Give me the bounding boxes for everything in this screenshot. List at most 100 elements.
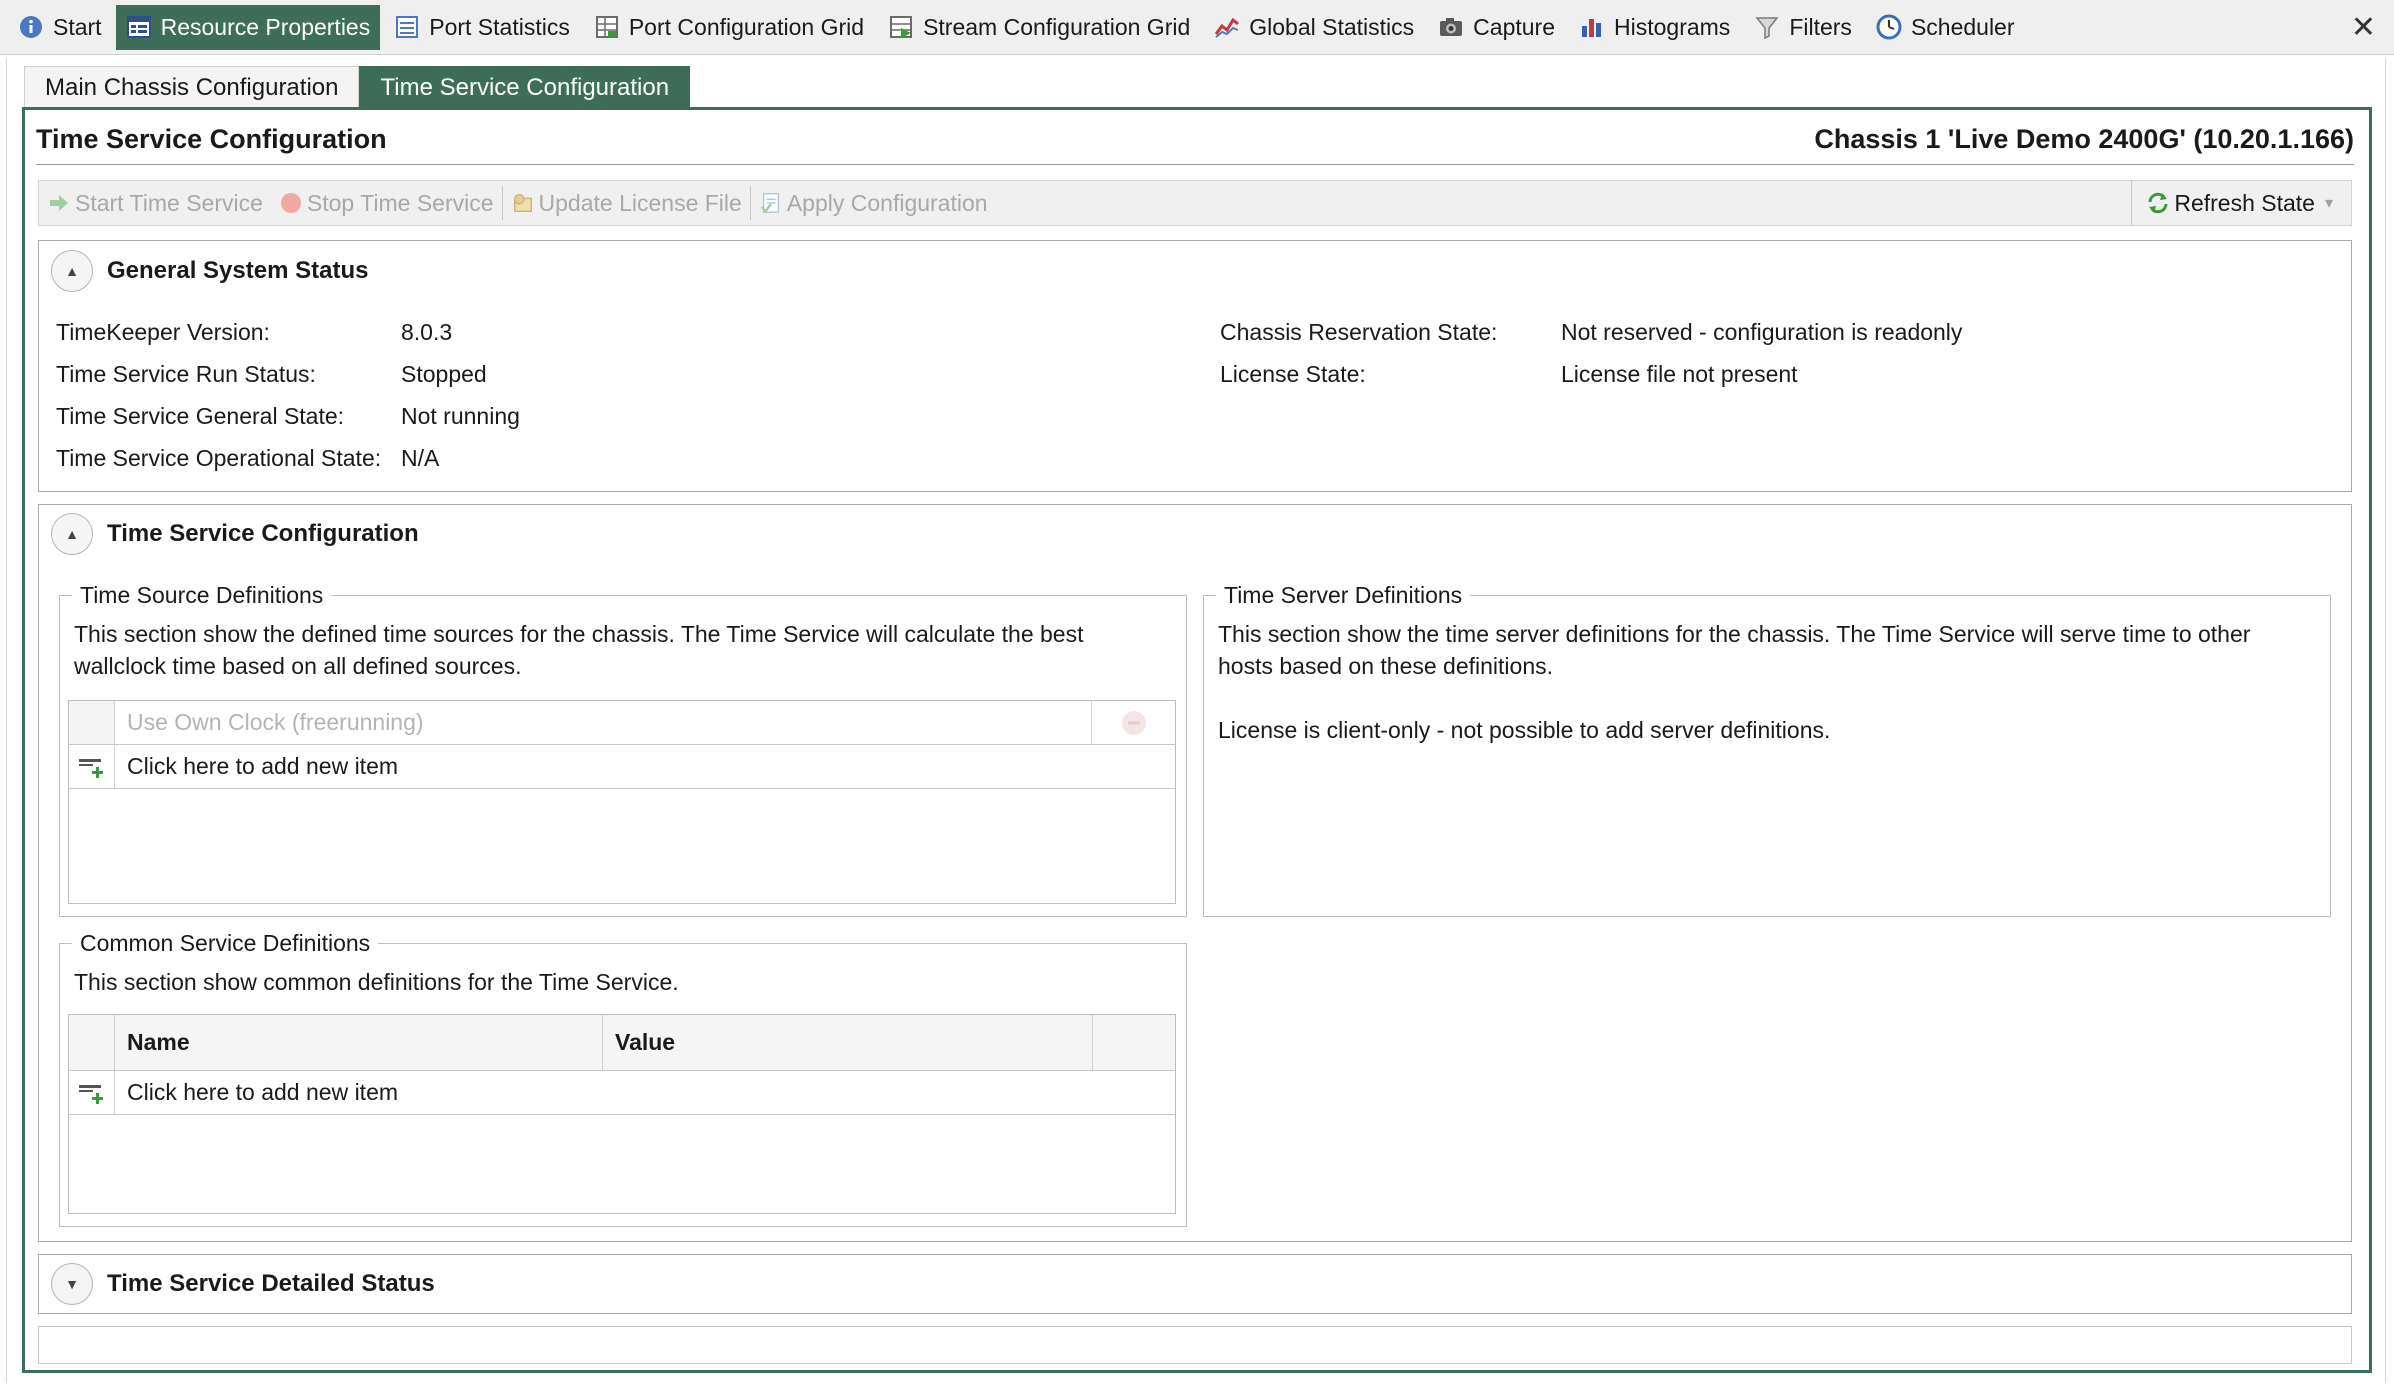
grid-header-row: Name Value: [69, 1015, 1175, 1071]
common-service-description: This section show common definitions for…: [74, 969, 679, 995]
properties-icon: [126, 14, 152, 40]
add-row-icon: [69, 1071, 115, 1114]
sub-tab-bar: Main Chassis Configuration Time Service …: [24, 66, 691, 108]
timekeeper-version-label: TimeKeeper Version:: [56, 319, 270, 345]
tab-resource-properties-label: Resource Properties: [160, 13, 371, 40]
detailed-status-panel: ▼ Time Service Detailed Status: [38, 1254, 2352, 1314]
time-source-definitions-group: Time Source Definitions This section sho…: [59, 582, 1187, 917]
reservation-state-label: Chassis Reservation State:: [1220, 319, 1498, 345]
general-state-label: Time Service General State:: [56, 403, 345, 429]
chassis-title: Chassis 1 'Live Demo 2400G' (10.20.1.166…: [1814, 124, 2354, 154]
tab-stream-configuration-grid[interactable]: Stream Configuration Grid: [878, 5, 1200, 50]
row-gutter: [69, 701, 115, 744]
update-license-file-label: Update License File: [538, 189, 742, 216]
table-row[interactable]: Use Own Clock (freerunning): [69, 701, 1175, 745]
bottom-empty-area: [38, 1326, 2352, 1364]
start-time-service-label: Start Time Service: [75, 189, 263, 216]
tab-stream-configuration-grid-label: Stream Configuration Grid: [923, 13, 1191, 40]
refresh-state-label: Refresh State: [2174, 189, 2315, 216]
reservation-state-value: Not reserved - configuration is readonly: [1561, 319, 1963, 345]
tab-start[interactable]: Start: [8, 5, 112, 50]
apply-configuration-label: Apply Configuration: [786, 189, 988, 216]
statistics-icon: [394, 14, 420, 40]
clock-icon: [1876, 14, 1902, 40]
page-title: Time Service Configuration: [36, 124, 387, 154]
time-source-description-line: This section show the defined time sourc…: [74, 621, 1084, 647]
column-header-name[interactable]: Name: [115, 1015, 603, 1070]
time-server-definitions-group: Time Server Definitions This section sho…: [1203, 582, 2331, 917]
common-service-grid: Name Value Click here to add new item: [68, 1014, 1176, 1214]
tab-scheduler-label: Scheduler: [1910, 13, 2015, 40]
tab-histograms[interactable]: Histograms: [1569, 5, 1740, 50]
tab-filters-label: Filters: [1789, 13, 1852, 40]
time-server-description-line: hosts based on these definitions.: [1218, 653, 1554, 679]
dropdown-arrow-icon[interactable]: ▾: [2325, 193, 2333, 213]
time-server-description: This section show the time server defini…: [1218, 618, 2250, 682]
time-source-definitions-legend: Time Source Definitions: [72, 582, 332, 609]
time-server-definitions-legend: Time Server Definitions: [1216, 582, 1471, 609]
refresh-state-button[interactable]: Refresh State ▾: [2131, 180, 2341, 226]
row-gutter: [69, 1015, 115, 1070]
add-row-icon: [69, 745, 115, 788]
info-icon: [18, 14, 44, 40]
tab-port-configuration-grid[interactable]: Port Configuration Grid: [584, 5, 874, 50]
time-service-configuration-header: ▲ Time Service Configuration: [51, 513, 419, 555]
tab-filters[interactable]: Filters: [1744, 5, 1862, 50]
filter-icon: [1754, 14, 1780, 40]
stop-time-service-button[interactable]: Stop Time Service: [271, 180, 502, 226]
apply-configuration-button[interactable]: Apply Configuration: [751, 180, 996, 226]
run-status-value: Stopped: [401, 361, 487, 387]
close-icon[interactable]: ✕: [2351, 10, 2376, 45]
license-state-label: License State:: [1220, 361, 1366, 387]
title-divider: [36, 164, 2354, 165]
bar-chart-icon: [1579, 14, 1605, 40]
column-header-value[interactable]: Value: [603, 1015, 1093, 1070]
collapse-up-icon[interactable]: ▲: [51, 513, 93, 555]
license-note: License is client-only - not possible to…: [1218, 717, 1831, 743]
tab-scheduler[interactable]: Scheduler: [1866, 5, 2025, 50]
tab-time-service-configuration[interactable]: Time Service Configuration: [359, 66, 691, 108]
line-chart-icon: [1214, 14, 1240, 40]
grid-icon: [594, 14, 620, 40]
add-new-item-label[interactable]: Click here to add new item: [115, 1079, 398, 1106]
camera-icon: [1438, 14, 1464, 40]
time-source-description-line: wallclock time based on all defined sour…: [74, 653, 522, 679]
time-source-grid: Use Own Clock (freerunning) Click here t…: [68, 700, 1176, 904]
general-system-status-header: ▲ General System Status: [51, 250, 368, 292]
tab-start-label: Start: [53, 13, 102, 40]
remove-row-button[interactable]: [1091, 701, 1175, 744]
detailed-status-title: Time Service Detailed Status: [107, 1270, 435, 1297]
license-icon: [511, 191, 535, 215]
tab-port-configuration-grid-label: Port Configuration Grid: [628, 13, 865, 40]
collapse-up-icon[interactable]: ▲: [51, 250, 93, 292]
add-new-item-label[interactable]: Click here to add new item: [115, 753, 398, 780]
tab-histograms-label: Histograms: [1614, 13, 1731, 40]
common-service-definitions-group: Common Service Definitions This section …: [59, 930, 1187, 1227]
update-license-file-button[interactable]: Update License File: [503, 180, 750, 226]
tab-port-statistics[interactable]: Port Statistics: [384, 5, 580, 50]
tab-global-statistics[interactable]: Global Statistics: [1204, 5, 1424, 50]
detailed-status-header: ▼ Time Service Detailed Status: [51, 1263, 435, 1305]
time-source-placeholder[interactable]: Use Own Clock (freerunning): [115, 709, 1091, 736]
general-system-status-panel: ▲ General System Status TimeKeeper Versi…: [38, 240, 2352, 492]
expand-down-icon[interactable]: ▼: [51, 1263, 93, 1305]
common-service-definitions-legend: Common Service Definitions: [72, 930, 379, 957]
tab-main-chassis-configuration[interactable]: Main Chassis Configuration: [24, 66, 360, 108]
tab-capture[interactable]: Capture: [1428, 5, 1565, 50]
start-time-service-button[interactable]: Start Time Service: [39, 180, 271, 226]
license-state-value: License file not present: [1561, 361, 1798, 387]
timekeeper-version-value: 8.0.3: [401, 319, 453, 345]
stream-grid-icon: [888, 14, 914, 40]
time-server-description-line: This section show the time server defini…: [1218, 621, 2251, 647]
remove-icon: [1121, 710, 1146, 735]
add-new-item-row[interactable]: Click here to add new item: [69, 745, 1175, 789]
arrow-right-icon: [47, 191, 71, 215]
tab-resource-properties[interactable]: Resource Properties: [115, 4, 381, 50]
tab-capture-label: Capture: [1473, 13, 1555, 40]
apply-document-icon: [759, 191, 783, 215]
toolbar: Start Time Service Stop Time Service Upd…: [38, 180, 2352, 226]
stop-time-service-label: Stop Time Service: [306, 189, 494, 216]
add-new-item-row[interactable]: Click here to add new item: [69, 1071, 1175, 1115]
tab-port-statistics-label: Port Statistics: [429, 13, 570, 40]
general-system-status-title: General System Status: [107, 257, 369, 284]
